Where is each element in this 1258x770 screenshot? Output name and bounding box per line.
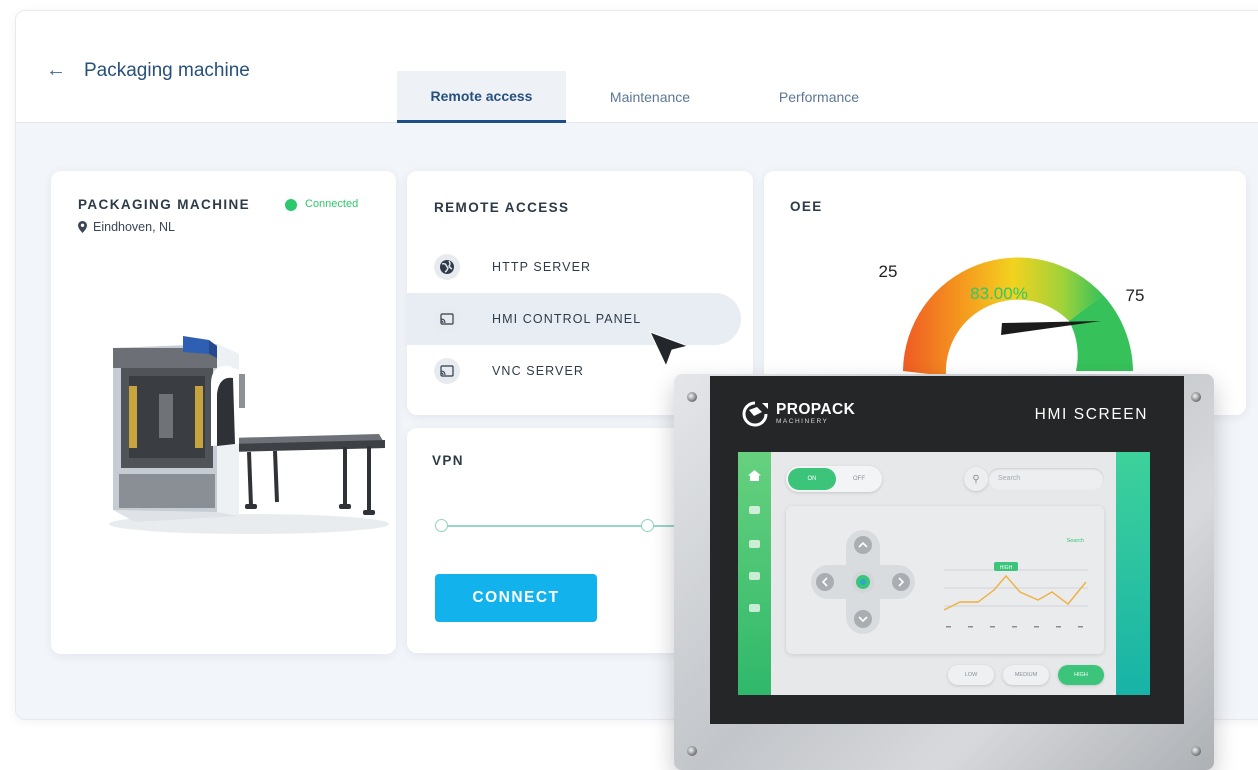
control-panel: Search HIGH	[786, 506, 1104, 654]
hmi-chart-tag: HIGH	[1000, 565, 1013, 571]
vpn-progress-track	[436, 525, 676, 527]
location-text: Eindhoven, NL	[93, 220, 176, 234]
status-dot	[285, 199, 297, 211]
sidebar-icon[interactable]	[749, 540, 760, 548]
home-icon[interactable]	[748, 470, 761, 481]
oee-value: 83.00%	[970, 284, 1028, 303]
vpn-node-start	[435, 519, 448, 532]
connect-button[interactable]: CONNECT	[435, 574, 597, 622]
brand-name: PROPACK	[776, 401, 856, 418]
hmi-control-panel-label: HMI CONTROL PANEL	[492, 312, 642, 326]
oee-scale-75: 75	[1126, 286, 1145, 305]
tab-performance[interactable]: Performance	[734, 71, 904, 123]
remote-access-title: REMOTE ACCESS	[434, 200, 570, 215]
direction-pad[interactable]	[806, 530, 920, 634]
location-row: Eindhoven, NL	[78, 220, 175, 234]
speed-low-button[interactable]: LOW	[948, 665, 994, 685]
screw	[1191, 746, 1201, 756]
sidebar-icon[interactable]	[749, 572, 760, 580]
tab-bar: Remote access Maintenance Performance	[397, 71, 904, 123]
hmi-trend-chart: Search HIGH	[943, 538, 1088, 628]
toggle-off[interactable]: OFF	[838, 468, 880, 490]
speed-medium-button[interactable]: MEDIUM	[1003, 665, 1049, 685]
page-title: Packaging machine	[84, 60, 250, 81]
tab-maintenance[interactable]: Maintenance	[566, 71, 734, 123]
search-icon[interactable]: ⚲	[964, 467, 988, 491]
hmi-control-panel-item[interactable]: HMI CONTROL PANEL	[407, 293, 741, 345]
cast-icon	[434, 358, 460, 384]
hmi-sidebar	[738, 452, 771, 695]
vnc-server-label: VNC SERVER	[492, 364, 585, 378]
machine-illustration	[109, 336, 389, 534]
hmi-right-bar	[1116, 452, 1150, 695]
machine-title: PACKAGING MACHINE	[78, 197, 251, 212]
speed-high-button[interactable]: HIGH	[1058, 665, 1104, 685]
screw	[1191, 392, 1201, 402]
vpn-title: VPN	[432, 453, 464, 468]
screw	[687, 746, 697, 756]
speed-selector: LOW MEDIUM HIGH	[948, 665, 1104, 685]
sidebar-icon[interactable]	[749, 506, 760, 514]
mouse-cursor-icon	[649, 331, 690, 368]
hmi-search-field[interactable]: Search	[988, 468, 1104, 490]
machine-card: PACKAGING MACHINE Connected Eindhoven, N…	[51, 171, 396, 654]
hmi-screen-title: HMI SCREEN	[1034, 406, 1148, 423]
http-server-label: HTTP SERVER	[492, 260, 592, 274]
cast-icon	[434, 306, 460, 332]
app-header: ← Packaging machine Remote access Mainte…	[16, 11, 1258, 123]
vpn-node-end	[641, 519, 654, 532]
hmi-screen: PROPACK MACHINERY HMI SCREEN ON OFF ⚲ Se…	[710, 376, 1184, 724]
stage: ← Packaging machine Remote access Mainte…	[0, 0, 1258, 770]
sidebar-icon[interactable]	[749, 604, 760, 612]
globe-icon	[434, 254, 460, 280]
toggle-on[interactable]: ON	[788, 468, 836, 490]
hmi-display: ON OFF ⚲ Search Search HIGH LOW MEDIUM H…	[738, 452, 1150, 695]
http-server-item[interactable]: HTTP SERVER	[407, 241, 741, 293]
map-pin-icon	[78, 221, 87, 233]
propack-logo-icon	[742, 401, 768, 427]
status-badge: Connected	[305, 198, 359, 210]
tab-remote-access[interactable]: Remote access	[397, 71, 566, 123]
power-toggle[interactable]: ON OFF	[786, 466, 882, 492]
hmi-chart-legend: Search	[1067, 538, 1084, 544]
screw	[687, 392, 697, 402]
hmi-device: PROPACK MACHINERY HMI SCREEN ON OFF ⚲ Se…	[674, 374, 1214, 770]
oee-scale-25: 25	[879, 262, 898, 281]
back-arrow-icon[interactable]: ←	[46, 59, 66, 82]
brand-subtitle: MACHINERY	[776, 418, 829, 425]
